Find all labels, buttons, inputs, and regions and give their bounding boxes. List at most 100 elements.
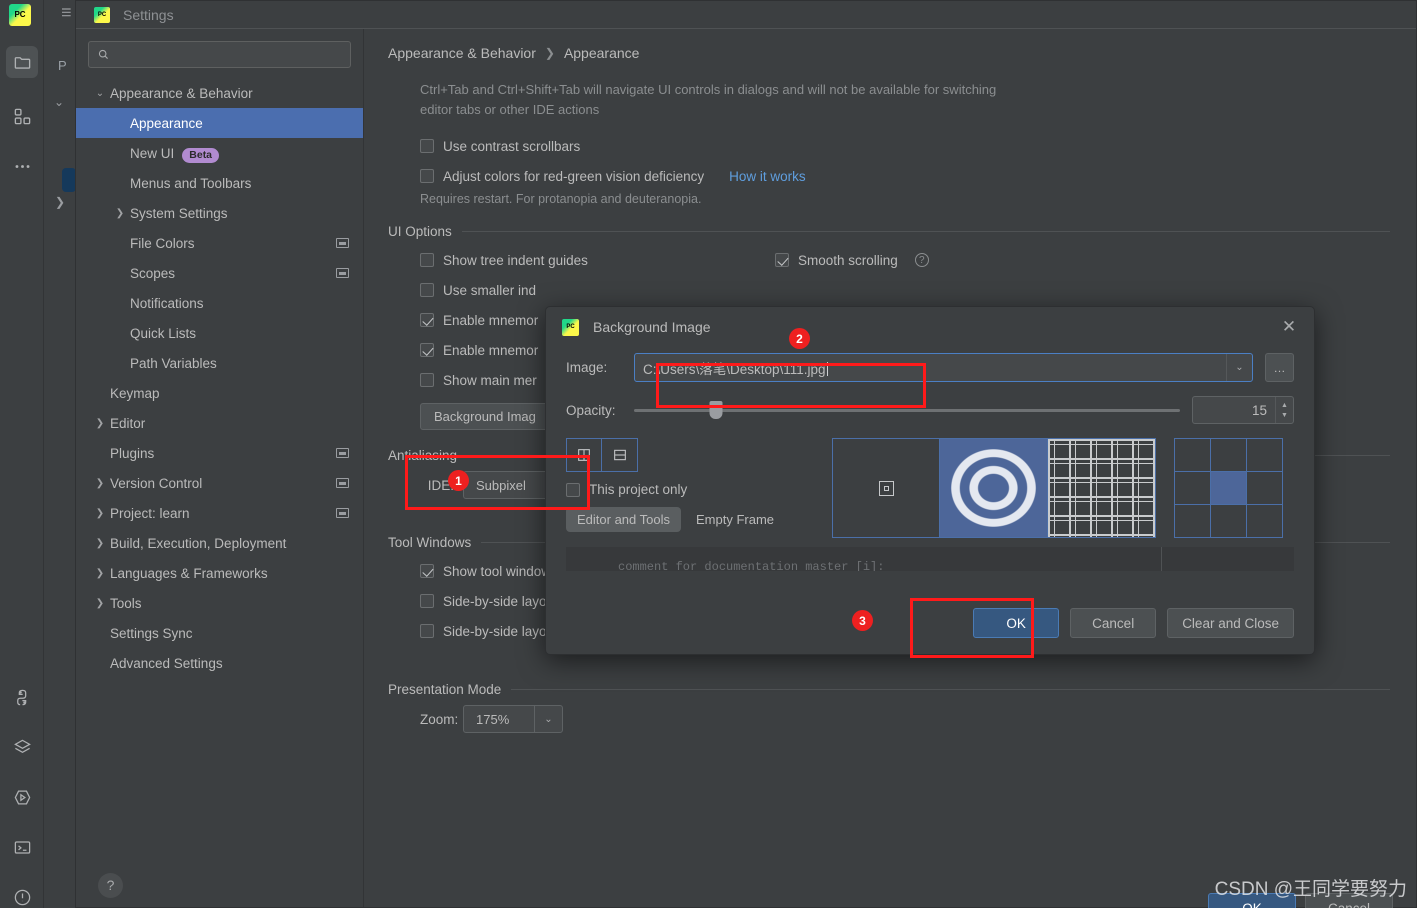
sidebar-item-file-colors[interactable]: File Colors [76, 228, 363, 258]
sidebar-item-build-execution-deployment[interactable]: ❯ Build, Execution, Deployment [76, 528, 363, 558]
slider-thumb[interactable] [709, 401, 723, 419]
sidebar-item-path-variables[interactable]: Path Variables [76, 348, 363, 378]
chevron-right-icon[interactable]: ❯ [90, 418, 110, 429]
checkbox-ui-option-0[interactable]: Show tree indent guides [420, 245, 775, 275]
chevron-down-icon[interactable]: ⌄ [90, 88, 110, 99]
checkbox-box[interactable] [420, 283, 434, 297]
sidebar-item-scopes[interactable]: Scopes [76, 258, 363, 288]
help-icon[interactable]: ? [914, 253, 929, 267]
sidebar-item-notifications[interactable]: Notifications [76, 288, 363, 318]
search-box[interactable] [88, 41, 351, 68]
stepper-up-icon[interactable]: ▲ [1281, 402, 1288, 409]
checkbox-label: Use smaller ind [443, 282, 537, 298]
checkbox-box[interactable] [420, 373, 434, 387]
split-vertical-button[interactable] [566, 438, 602, 472]
chevron-right-icon[interactable]: ❯ [55, 195, 65, 209]
chevron-right-icon[interactable]: ❯ [90, 598, 110, 609]
sidebar-item-packages[interactable] [6, 731, 38, 763]
zoom-select[interactable]: 175% ⌄ [463, 705, 563, 733]
cancel-button[interactable]: Cancel [1070, 608, 1157, 638]
sidebar-item-languages-frameworks[interactable]: ❯ Languages & Frameworks [76, 558, 363, 588]
checkbox-box[interactable] [420, 139, 434, 153]
help-button[interactable]: ? [98, 872, 123, 898]
chevron-right-icon[interactable]: ❯ [90, 568, 110, 579]
anchor-cell-5[interactable] [1245, 470, 1283, 506]
sidebar-item-new-ui[interactable]: New UI Beta [76, 138, 363, 168]
checkbox-box[interactable] [566, 482, 580, 497]
sidebar-item-run[interactable] [6, 781, 38, 813]
ok-button[interactable]: OK [973, 608, 1060, 638]
sidebar-item-advanced-settings[interactable]: Advanced Settings [76, 648, 363, 678]
checkbox-box[interactable] [420, 253, 434, 267]
checkbox-smooth-scrolling[interactable]: Smooth scrolling ? [775, 245, 1416, 275]
checkbox-box[interactable] [420, 343, 434, 357]
sidebar-item-version-control[interactable]: ❯ Version Control [76, 468, 363, 498]
fill-mode-scale[interactable] [940, 438, 1048, 538]
background-image-button[interactable]: Background Imag [420, 403, 550, 430]
scope-editor-and-tools[interactable]: Editor and Tools [566, 507, 681, 532]
anchor-cell-6[interactable] [1173, 504, 1211, 539]
sidebar-item-quick-lists[interactable]: Quick Lists [76, 318, 363, 348]
stepper-down-icon[interactable]: ▼ [1281, 412, 1288, 419]
checkbox-this-project-only[interactable]: This project only [566, 482, 816, 497]
checkbox-use-contrast-scrollbars[interactable]: Use contrast scrollbars [420, 131, 1416, 161]
checkbox-box[interactable] [420, 624, 434, 638]
checkbox-adjust-colors[interactable]: Adjust colors for red-green vision defic… [420, 161, 1416, 191]
chevron-right-icon[interactable]: ❯ [90, 478, 110, 489]
split-horizontal-button[interactable] [602, 438, 638, 472]
checkbox-box[interactable] [420, 564, 434, 578]
browse-button[interactable]: … [1265, 353, 1294, 382]
sidebar-item-more[interactable] [6, 150, 38, 182]
anchor-cell-0[interactable] [1173, 437, 1211, 472]
fill-mode-center[interactable] [832, 438, 940, 538]
main-menu-icon[interactable] [60, 2, 76, 29]
checkbox-ui-option-1[interactable]: Use smaller ind [420, 275, 775, 305]
opacity-slider[interactable] [634, 400, 1180, 420]
project-scope-icon [336, 478, 349, 488]
chevron-down-icon[interactable]: ⌄ [54, 95, 64, 109]
close-icon[interactable]: ✕ [1278, 316, 1300, 338]
chevron-down-icon[interactable]: ⌄ [1226, 354, 1252, 381]
sidebar-item-python-console[interactable] [6, 681, 38, 713]
anchor-cell-4[interactable] [1209, 470, 1247, 506]
checkbox-box[interactable] [420, 169, 434, 183]
checkbox-box[interactable] [420, 594, 434, 608]
sidebar-item-problems[interactable] [6, 881, 38, 908]
stepper-arrows[interactable]: ▲ ▼ [1275, 397, 1293, 423]
anchor-cell-3[interactable] [1173, 470, 1211, 506]
search-input[interactable] [115, 47, 342, 62]
terminal-icon [14, 840, 30, 854]
sidebar-item-plugins[interactable]: Plugins [76, 438, 363, 468]
sidebar-item-project-learn[interactable]: ❯ Project: learn [76, 498, 363, 528]
opacity-stepper[interactable]: 15 ▲ ▼ [1192, 396, 1294, 424]
sidebar-item-appearance-behavior[interactable]: ⌄ Appearance & Behavior [76, 78, 363, 108]
chevron-right-icon[interactable]: ❯ [110, 208, 130, 219]
scope-empty-frame[interactable]: Empty Frame [685, 507, 785, 532]
anchor-cell-1[interactable] [1209, 437, 1247, 472]
sidebar-item-structure[interactable] [6, 100, 38, 132]
anchor-position-grid[interactable] [1173, 437, 1283, 539]
chevron-down-icon[interactable]: ⌄ [534, 706, 562, 732]
anchor-cell-7[interactable] [1209, 504, 1247, 539]
checkbox-box[interactable] [420, 313, 434, 327]
sidebar-item-tools[interactable]: ❯ Tools [76, 588, 363, 618]
sidebar-item-system-settings[interactable]: ❯ System Settings [76, 198, 363, 228]
image-path-field[interactable]: C:\Users\落笔\Desktop\111.jpg ⌄ [634, 353, 1253, 382]
sidebar-item-editor[interactable]: ❯ Editor [76, 408, 363, 438]
sidebar-item-label: Keymap [110, 385, 160, 401]
fill-mode-tile[interactable] [1048, 438, 1156, 538]
clear-and-close-button[interactable]: Clear and Close [1167, 608, 1294, 638]
how-it-works-link[interactable]: How it works [729, 169, 806, 184]
breadcrumb-root[interactable]: Appearance & Behavior [388, 45, 536, 61]
sidebar-item-terminal[interactable] [6, 831, 38, 863]
sidebar-item-appearance[interactable]: Appearance [76, 108, 363, 138]
sidebar-item-keymap[interactable]: Keymap [76, 378, 363, 408]
checkbox-box[interactable] [775, 253, 789, 267]
chevron-right-icon[interactable]: ❯ [90, 538, 110, 549]
sidebar-item-menus-and-toolbars[interactable]: Menus and Toolbars [76, 168, 363, 198]
chevron-right-icon[interactable]: ❯ [90, 508, 110, 519]
sidebar-item-project[interactable] [6, 46, 38, 78]
sidebar-item-settings-sync[interactable]: Settings Sync [76, 618, 363, 648]
anchor-cell-8[interactable] [1245, 504, 1283, 539]
anchor-cell-2[interactable] [1245, 437, 1283, 472]
